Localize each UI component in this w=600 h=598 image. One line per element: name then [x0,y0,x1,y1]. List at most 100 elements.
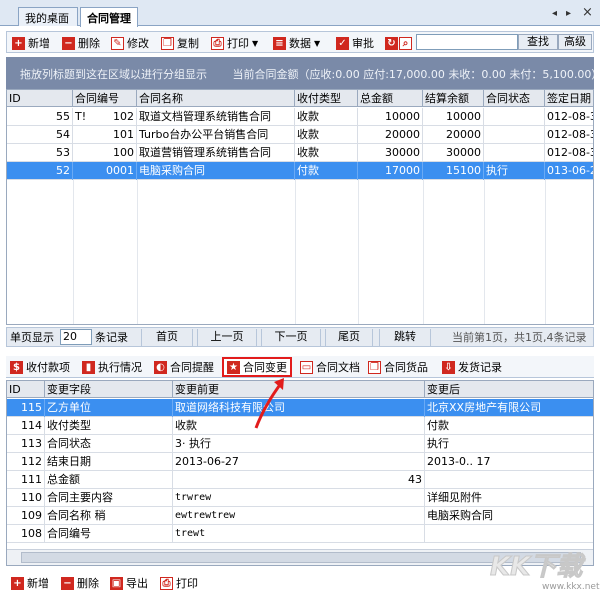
data-button[interactable]: ≡ 数据 ▼ [273,35,320,51]
add-button[interactable]: + 新增 [12,35,50,51]
cell-type: 付款 [295,162,358,180]
cell-status [484,108,545,126]
delete-change-button[interactable]: − 删除 [61,575,99,591]
cell-prefix: T! [75,110,87,123]
prev-page-button[interactable]: 上一页 [197,329,257,346]
search-icon: ⌕ [399,36,412,50]
cell-date: 012-08-3 [545,144,593,162]
add-change-button[interactable]: + 新增 [11,575,49,591]
tab-label: 合同货品 [384,361,428,374]
table-row[interactable]: 113 合同状态 3· 执行 执行 [7,435,593,453]
copy-button[interactable]: ❐ 复制 [161,35,199,51]
find-button[interactable]: 查找 [518,34,558,50]
tab-goods[interactable]: ❐ 合同货品 [368,358,428,376]
approve-button[interactable]: ✓ 审批 [336,35,374,51]
cell-after: 付款 [425,417,593,435]
table-row[interactable]: 109 合同名称 稍 ewtrewtrew 电脑采购合同 [7,507,593,525]
table-row[interactable]: 112 结束日期 2013-06-27 2013-0.. 17 [7,453,593,471]
table-row[interactable]: 110 合同主要内容 trwrew 详细见附件 [7,489,593,507]
refresh-search-button[interactable]: ↻ ⌕ [385,35,415,51]
tab-reminders[interactable]: ◐ 合同提醒 [154,358,214,376]
cell-date: 013-06-2 [545,162,593,180]
delete-label: 删除 [77,577,99,590]
export-button[interactable]: ▣ 导出 [110,575,148,591]
page-size-input[interactable]: 20 [60,329,92,345]
cell-balance: 20000 [423,126,484,144]
cell-prefix [73,126,91,144]
cell-id: 53 [7,144,73,162]
shipping-icon: ⇩ [442,360,455,374]
search-input[interactable] [416,34,518,50]
cell-name: 取道文档管理系统销售合同 [137,108,295,126]
jump-button[interactable]: 跳转 [379,329,431,346]
cell-after: 执行 [425,435,593,453]
approve-label: 审批 [352,37,374,50]
cell-total: 20000 [358,126,423,144]
cell-before: trewt [173,525,425,543]
cell-status [484,144,545,162]
contracts-header: ID 合同编号 合同名称 收付类型 总金额 结算余额 合同状态 签定日期 [7,90,593,107]
column-header[interactable]: 结算余额 [423,90,484,107]
table-row-selected[interactable]: 52 0001 电脑采购合同 付款 17000 15100 执行 013-06-… [7,162,593,180]
delete-button[interactable]: − 删除 [62,35,100,51]
table-row[interactable]: 55 T! 102 取道文档管理系统销售合同 收款 10000 10000 01… [7,108,593,126]
group-by-panel[interactable]: 拖放列标题到这在区域以进行分组显示 当前合同金额（应收:0.00 应付:17,0… [6,57,594,89]
tab-shipping[interactable]: ⇩ 发货记录 [442,358,502,376]
column-header[interactable]: 合同编号 [73,90,137,107]
plus-icon: + [11,576,24,590]
first-page-button[interactable]: 首页 [141,329,193,346]
table-row-selected[interactable]: 115 乙方单位 取道网络科技有限公司 北京XX房地产有限公司 [7,399,593,417]
print-button[interactable]: ⎙ 打印 ▼ [211,35,258,51]
cell-id: 55 [7,108,73,126]
column-header[interactable]: ID [7,90,73,107]
progress-icon: ▮ [82,360,95,374]
watermark-text: KK下载 [489,552,583,583]
last-page-button[interactable]: 尾页 [325,329,373,346]
column-header[interactable]: 收付类型 [295,90,358,107]
tab-payments[interactable]: $ 收付款项 [10,358,70,376]
table-row[interactable]: 108 合同编号 trewt [7,525,593,543]
contracts-grid: ID 合同编号 合同名称 收付类型 总金额 结算余额 合同状态 签定日期 55 … [6,89,594,325]
scroll-right-icon[interactable]: ▸ [566,8,571,19]
cell-id: 113 [7,435,45,453]
table-row[interactable]: 53 100 取道营销管理系统销售合同 收款 30000 30000 012-0… [7,144,593,162]
column-header[interactable]: 合同状态 [484,90,545,107]
cell-id: 114 [7,417,45,435]
column-header[interactable]: 变更前更 [173,381,425,398]
scroll-left-icon[interactable]: ◂ [552,8,557,19]
main-toolbar: + 新增 − 删除 ✎ 修改 ❐ 复制 ⎙ 打印 ▼ ≡ 数据 ▼ ✓ 审批 ↻ ⌕ 查找 高级 [6,31,594,53]
next-page-button[interactable]: 下一页 [261,329,321,346]
column-header[interactable]: 变更后 [425,381,593,398]
chevron-down-icon: ▼ [314,38,321,48]
cell-after: 北京XX房地产有限公司 [425,399,593,417]
table-row[interactable]: 54 101 Turbo台办公平台销售合同 收款 20000 20000 012… [7,126,593,144]
advanced-button[interactable]: 高级 [558,34,592,50]
cell-id: 54 [7,126,73,144]
print-changes-button[interactable]: ⎙ 打印 [160,575,198,591]
edit-button[interactable]: ✎ 修改 [111,35,149,51]
cell-field: 结束日期 [45,453,173,471]
tab-execution[interactable]: ▮ 执行情况 [82,358,142,376]
cell-id: 52 [7,162,73,180]
column-header[interactable]: 总金额 [358,90,423,107]
cell-field: 合同编号 [45,525,173,543]
tab-contract-management[interactable]: 合同管理 [80,7,138,27]
column-header[interactable]: 签定日期 [545,90,593,107]
folder-icon: ▭ [300,360,313,374]
column-header[interactable]: 合同名称 [137,90,295,107]
tab-my-desktop[interactable]: 我的桌面 [18,7,78,26]
table-row[interactable]: 114 收付类型 收款 付款 [7,417,593,435]
tab-label: 合同文档 [316,361,360,374]
print-icon: ⎙ [160,576,173,590]
close-icon[interactable]: × [582,5,593,20]
watermark-logo: KK下载 www.kkx.net [484,546,599,596]
column-header[interactable]: ID [7,381,45,398]
check-icon: ✓ [336,36,349,50]
tab-documents[interactable]: ▭ 合同文档 [300,358,360,376]
column-header[interactable]: 变更字段 [45,381,173,398]
cell-before: ewtrewtrew [173,507,425,525]
table-row[interactable]: 111 总金额 43 [7,471,593,489]
cell-number: 102 [91,108,137,126]
grid-line [484,180,485,324]
pager: 单页显示 20 条记录 首页 上一页 下一页 尾页 跳转 当前第1页，共1页,4… [6,327,594,347]
